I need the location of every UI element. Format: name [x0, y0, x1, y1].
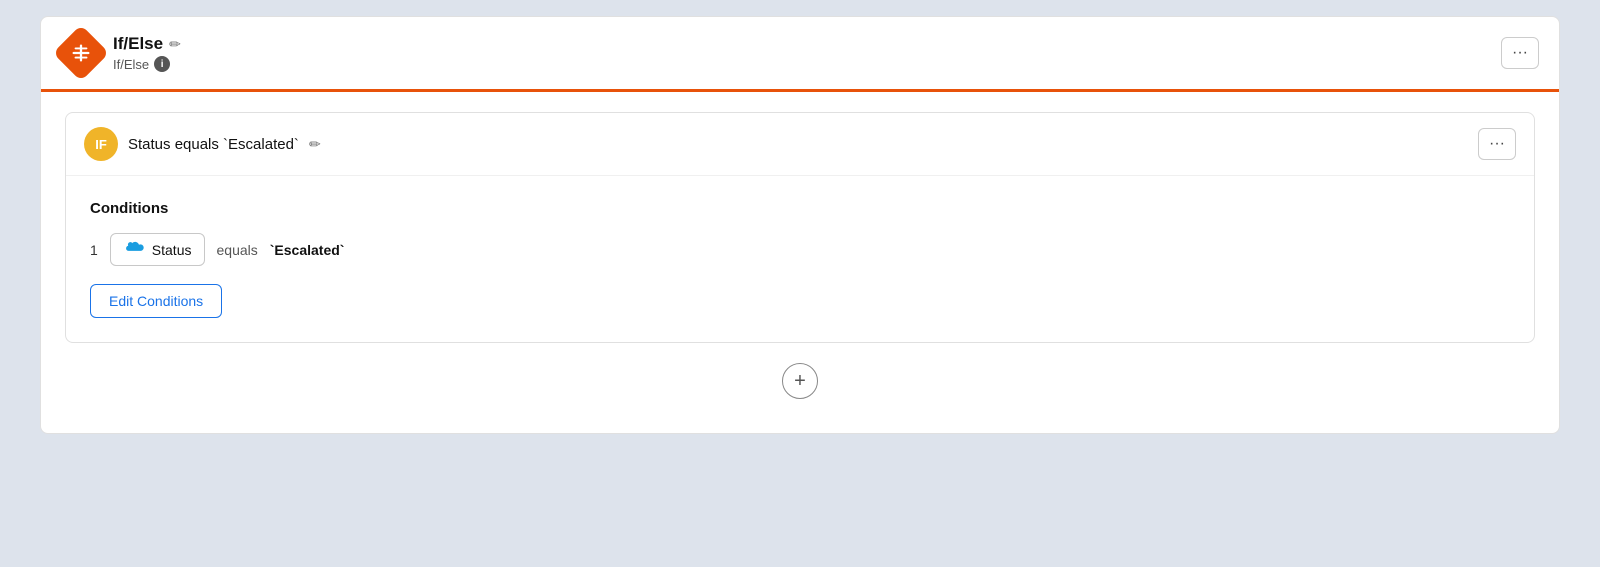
main-card: If/Else ✏ If/Else i ··· IF Status equals… — [40, 16, 1560, 434]
add-button[interactable]: + — [782, 363, 818, 399]
info-badge[interactable]: i — [154, 56, 170, 72]
card-header: If/Else ✏ If/Else i ··· — [41, 17, 1559, 89]
header-more-button[interactable]: ··· — [1501, 37, 1539, 69]
edit-conditions-button[interactable]: Edit Conditions — [90, 284, 222, 318]
header-title-row: If/Else ✏ — [113, 34, 181, 54]
inner-section: IF Status equals `Escalated` ✏ ··· Condi… — [41, 92, 1559, 433]
conditions-title: Conditions — [90, 200, 1510, 217]
conditions-panel: Conditions 1 Status equals `Es — [66, 176, 1534, 342]
if-block-card: IF Status equals `Escalated` ✏ ··· Condi… — [65, 112, 1535, 343]
header-title-group: If/Else ✏ If/Else i — [113, 34, 181, 72]
header-subtitle-row: If/Else i — [113, 56, 181, 72]
card-header-left: If/Else ✏ If/Else i — [61, 33, 181, 73]
header-title: If/Else — [113, 34, 163, 54]
if-block-edit-icon[interactable]: ✏ — [309, 136, 321, 153]
header-subtitle: If/Else — [113, 57, 149, 72]
condition-value: `Escalated` — [270, 242, 345, 258]
canvas: If/Else ✏ If/Else i ··· IF Status equals… — [40, 16, 1560, 551]
if-badge: IF — [84, 127, 118, 161]
if-block-header-left: IF Status equals `Escalated` ✏ — [84, 127, 321, 161]
condition-row: 1 Status equals `Escalated` — [90, 233, 1510, 266]
if-block-header: IF Status equals `Escalated` ✏ ··· — [66, 113, 1534, 176]
if-block-more-button[interactable]: ··· — [1478, 128, 1516, 160]
condition-field: Status — [110, 233, 205, 266]
header-edit-icon[interactable]: ✏ — [169, 36, 181, 53]
condition-field-label: Status — [152, 242, 192, 258]
condition-operator: equals — [217, 242, 258, 258]
salesforce-icon — [123, 240, 145, 259]
if-else-icon — [53, 25, 110, 82]
condition-number: 1 — [90, 242, 98, 258]
add-btn-container: + — [65, 363, 1535, 409]
if-block-title: Status equals `Escalated` — [128, 136, 299, 153]
